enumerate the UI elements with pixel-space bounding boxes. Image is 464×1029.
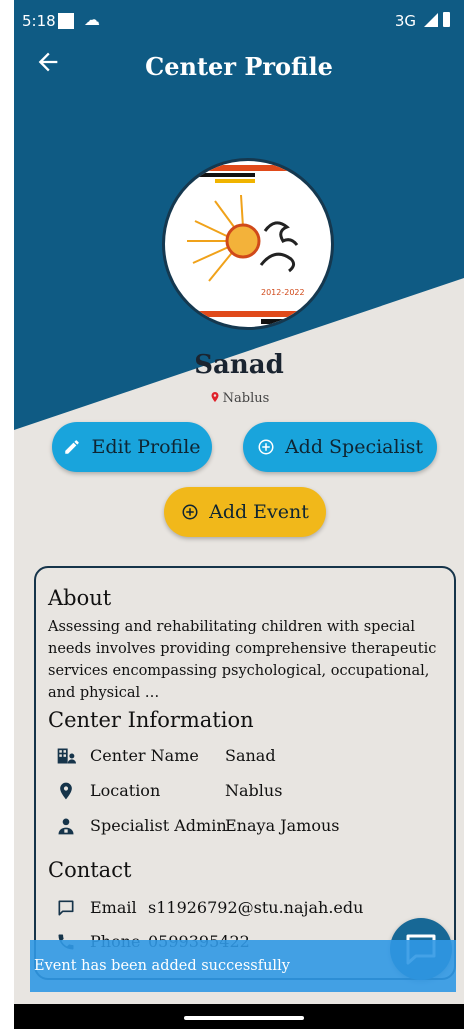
person-admin-icon <box>58 818 74 835</box>
about-heading: About <box>48 586 112 610</box>
home-handle[interactable] <box>184 1016 304 1020</box>
status-bar: 5:18 ☁ 3G <box>14 0 464 40</box>
location-pin-icon <box>60 782 72 800</box>
center-logo: 2012-2022 <box>162 158 334 330</box>
screen: 5:18 ☁ 3G Center Profile 2012-2022 Sanad… <box>14 0 464 1029</box>
pencil-icon <box>65 440 80 454</box>
logo-artwork: 2012-2022 <box>175 165 325 324</box>
page-title: Center Profile <box>145 52 333 81</box>
contact-label: Email <box>90 898 137 917</box>
cloud-icon: ☁ <box>84 10 100 29</box>
add-specialist-label: Add Specialist <box>284 436 424 458</box>
plus-circle-icon <box>182 504 198 520</box>
location-text: Nablus <box>222 391 270 406</box>
snackbar: Event has been added successfully <box>30 940 456 992</box>
info-label: Specialist Admin <box>90 816 227 835</box>
app-bar: Center Profile <box>14 40 464 96</box>
info-label: Center Name <box>90 746 199 765</box>
system-nav-bar <box>14 1004 464 1029</box>
status-time: 5:18 <box>22 12 56 30</box>
plus-circle-icon <box>258 439 274 455</box>
snackbar-message: Event has been added successfully <box>34 958 290 974</box>
edit-profile-button[interactable]: Edit Profile <box>52 422 212 472</box>
battery-icon <box>443 12 450 27</box>
network-type: 3G <box>394 12 416 30</box>
center-info-heading: Center Information <box>48 708 254 732</box>
building-person-icon <box>57 748 76 764</box>
contact-heading: Contact <box>48 858 132 882</box>
about-text: Assessing and rehabilitating children wi… <box>48 619 437 701</box>
add-event-label: Add Event <box>209 501 309 523</box>
notification-icon <box>58 13 74 29</box>
edit-profile-label: Edit Profile <box>91 436 201 458</box>
info-label: Location <box>90 781 161 800</box>
red-location-pin-icon <box>211 392 219 402</box>
signal-icon <box>424 13 438 27</box>
chat-icon <box>58 900 74 916</box>
contact-value: s11926792@stu.najah.edu <box>148 898 364 917</box>
logo-years: 2012-2022 <box>261 288 305 297</box>
center-name: Sanad <box>194 350 284 380</box>
info-value: Enaya Jamous <box>225 816 340 835</box>
add-event-button[interactable]: Add Event <box>164 487 326 537</box>
center-location: Nablus <box>14 390 464 406</box>
add-specialist-button[interactable]: Add Specialist <box>243 422 437 472</box>
info-value: Sanad <box>225 746 276 765</box>
info-value: Nablus <box>225 781 283 800</box>
